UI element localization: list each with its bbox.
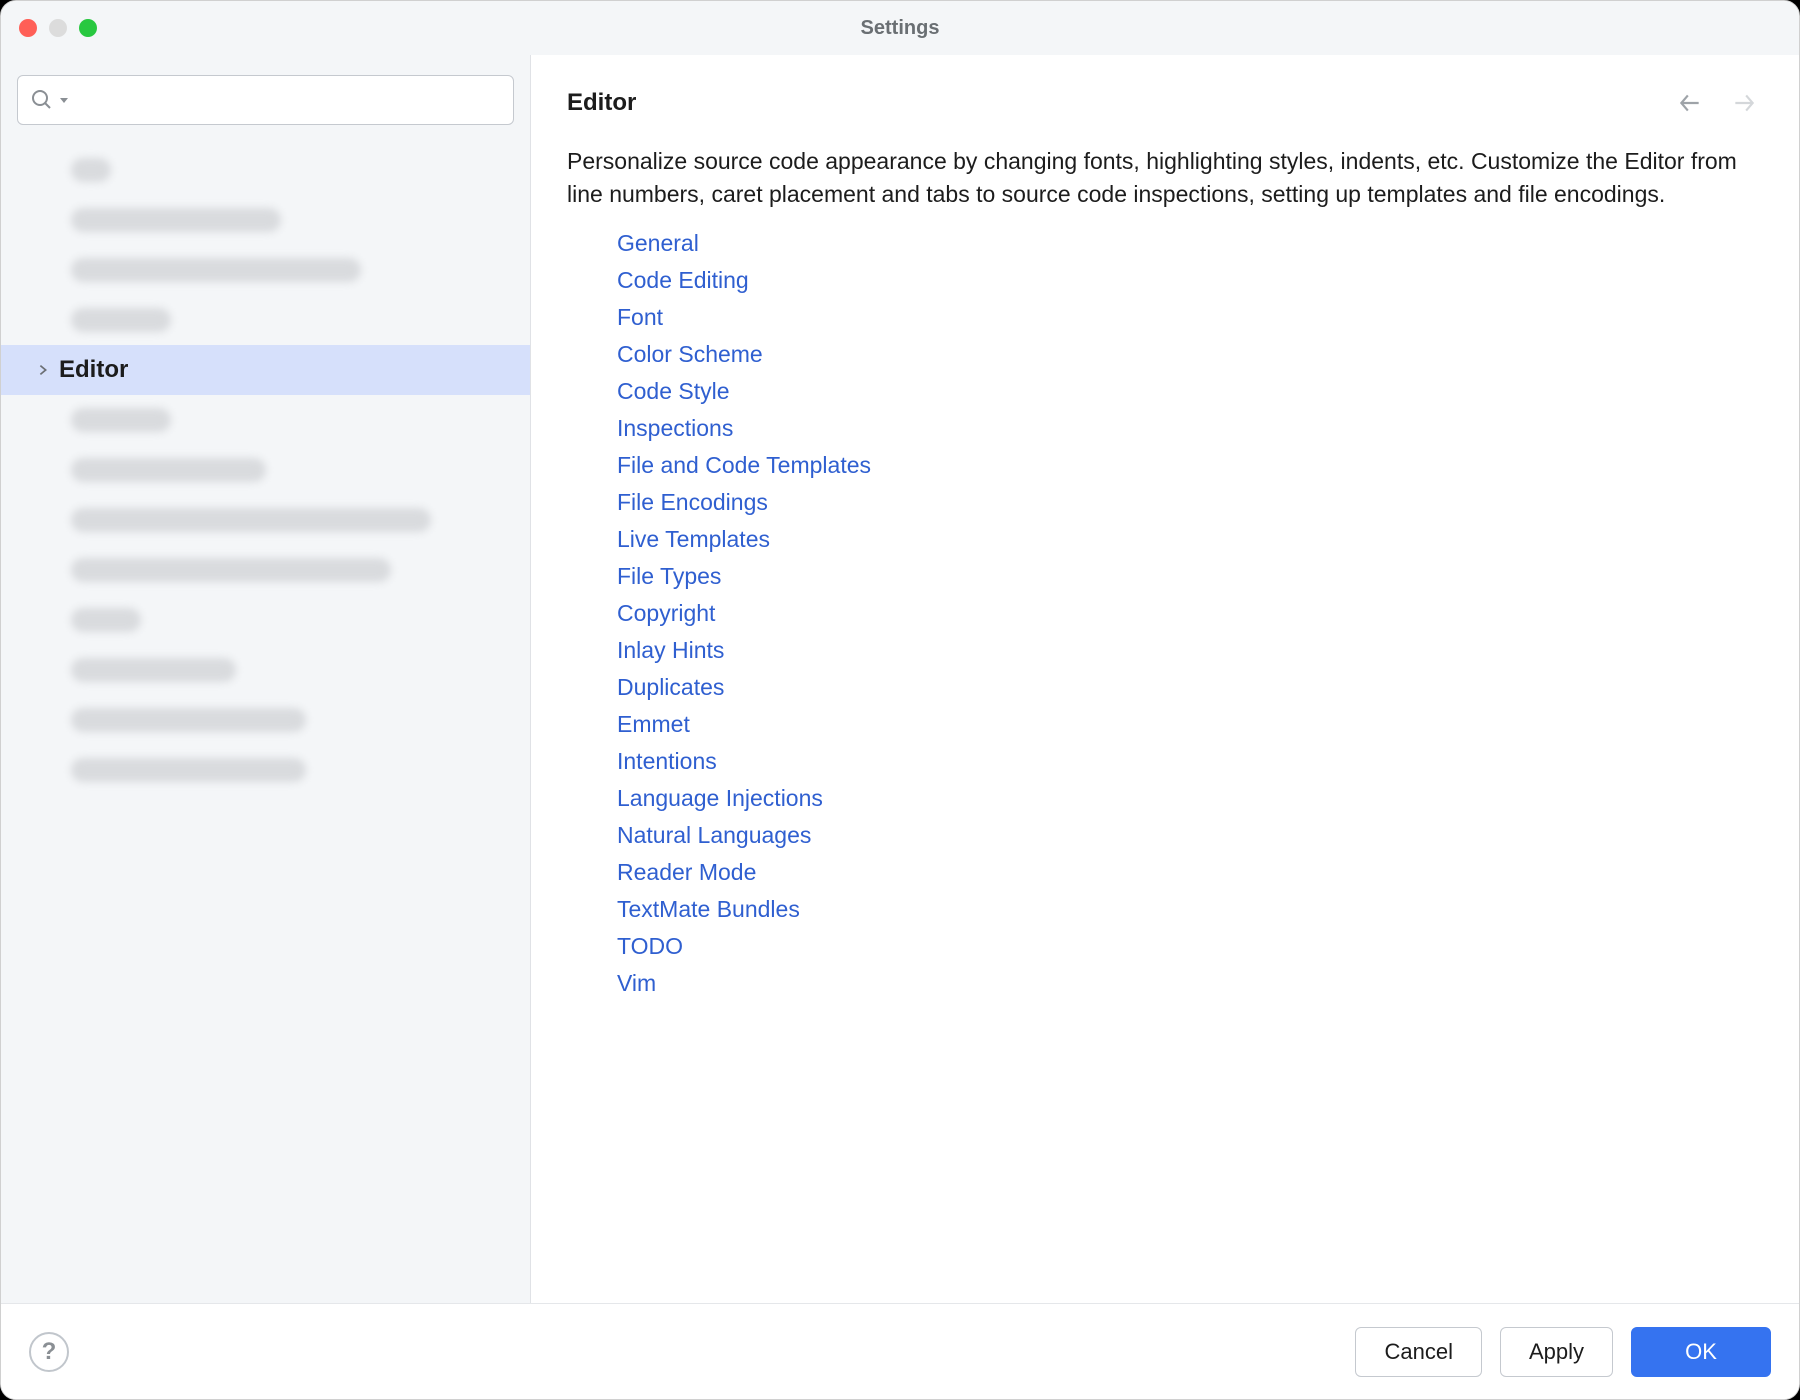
tree-item-blurred xyxy=(1,545,530,595)
page-description: Personalize source code appearance by ch… xyxy=(567,145,1747,212)
subpage-link[interactable]: Vim xyxy=(617,970,656,997)
subpage-link[interactable]: Inspections xyxy=(617,415,733,442)
subpage-link[interactable]: TODO xyxy=(617,933,683,960)
nav-arrows xyxy=(1677,90,1757,116)
window-controls xyxy=(19,19,97,37)
tree-item-blurred xyxy=(1,695,530,745)
subpage-link[interactable]: Live Templates xyxy=(617,526,770,553)
tree-item-blurred xyxy=(1,445,530,495)
main-header: Editor xyxy=(531,55,1799,117)
apply-button[interactable]: Apply xyxy=(1500,1327,1613,1377)
forward-button[interactable] xyxy=(1731,90,1757,116)
subpage-link[interactable]: Color Scheme xyxy=(617,341,763,368)
tree-item-blurred xyxy=(1,395,530,445)
subpage-link[interactable]: Duplicates xyxy=(617,674,724,701)
subpage-link[interactable]: General xyxy=(617,230,699,257)
subpage-link[interactable]: File and Code Templates xyxy=(617,452,871,479)
ok-button[interactable]: OK xyxy=(1631,1327,1771,1377)
close-window-button[interactable] xyxy=(19,19,37,37)
tree-item-editor[interactable]: Editor xyxy=(1,345,530,395)
settings-tree[interactable]: Editor xyxy=(1,139,530,1303)
page-title: Editor xyxy=(567,89,636,117)
cancel-button[interactable]: Cancel xyxy=(1355,1327,1481,1377)
tree-item-blurred xyxy=(1,745,530,795)
search-field[interactable] xyxy=(17,75,514,125)
subpage-link[interactable]: TextMate Bundles xyxy=(617,896,800,923)
subpage-link[interactable]: Natural Languages xyxy=(617,822,811,849)
subpage-link[interactable]: Emmet xyxy=(617,711,690,738)
tree-item-blurred xyxy=(1,645,530,695)
tree-item-blurred xyxy=(1,495,530,545)
subpage-link[interactable]: Code Editing xyxy=(617,267,749,294)
maximize-window-button[interactable] xyxy=(79,19,97,37)
tree-item-blurred xyxy=(1,245,530,295)
tree-item-blurred xyxy=(1,195,530,245)
subpage-link[interactable]: Language Injections xyxy=(617,785,823,812)
tree-item-label: Editor xyxy=(59,356,128,384)
subpage-links: General Code Editing Font Color Scheme Code … xyxy=(567,230,1763,997)
main-panel: Editor xyxy=(531,55,1799,1303)
help-button[interactable]: ? xyxy=(29,1332,69,1372)
titlebar: Settings xyxy=(1,1,1799,55)
main-content: Personalize source code appearance by ch… xyxy=(531,117,1799,997)
settings-window: Settings xyxy=(0,0,1800,1400)
tree-item-blurred xyxy=(1,295,530,345)
tree-item-blurred xyxy=(1,595,530,645)
window-title: Settings xyxy=(1,17,1799,40)
minimize-window-button[interactable] xyxy=(49,19,67,37)
chevron-right-icon[interactable] xyxy=(35,362,51,378)
subpage-link[interactable]: Intentions xyxy=(617,748,717,775)
sidebar: Editor xyxy=(1,55,531,1303)
back-button[interactable] xyxy=(1677,90,1703,116)
subpage-link[interactable]: File Types xyxy=(617,563,721,590)
search-input[interactable] xyxy=(76,89,501,112)
tree-item-blurred xyxy=(1,145,530,195)
footer: ? Cancel Apply OK xyxy=(1,1303,1799,1399)
window-body: Editor Editor xyxy=(1,55,1799,1303)
subpage-link[interactable]: File Encodings xyxy=(617,489,768,516)
subpage-link[interactable]: Reader Mode xyxy=(617,859,756,886)
chevron-down-icon xyxy=(60,98,68,103)
subpage-link[interactable]: Copyright xyxy=(617,600,715,627)
subpage-link[interactable]: Inlay Hints xyxy=(617,637,724,664)
subpage-link[interactable]: Code Style xyxy=(617,378,730,405)
subpage-link[interactable]: Font xyxy=(617,304,663,331)
search-icon xyxy=(30,88,54,112)
